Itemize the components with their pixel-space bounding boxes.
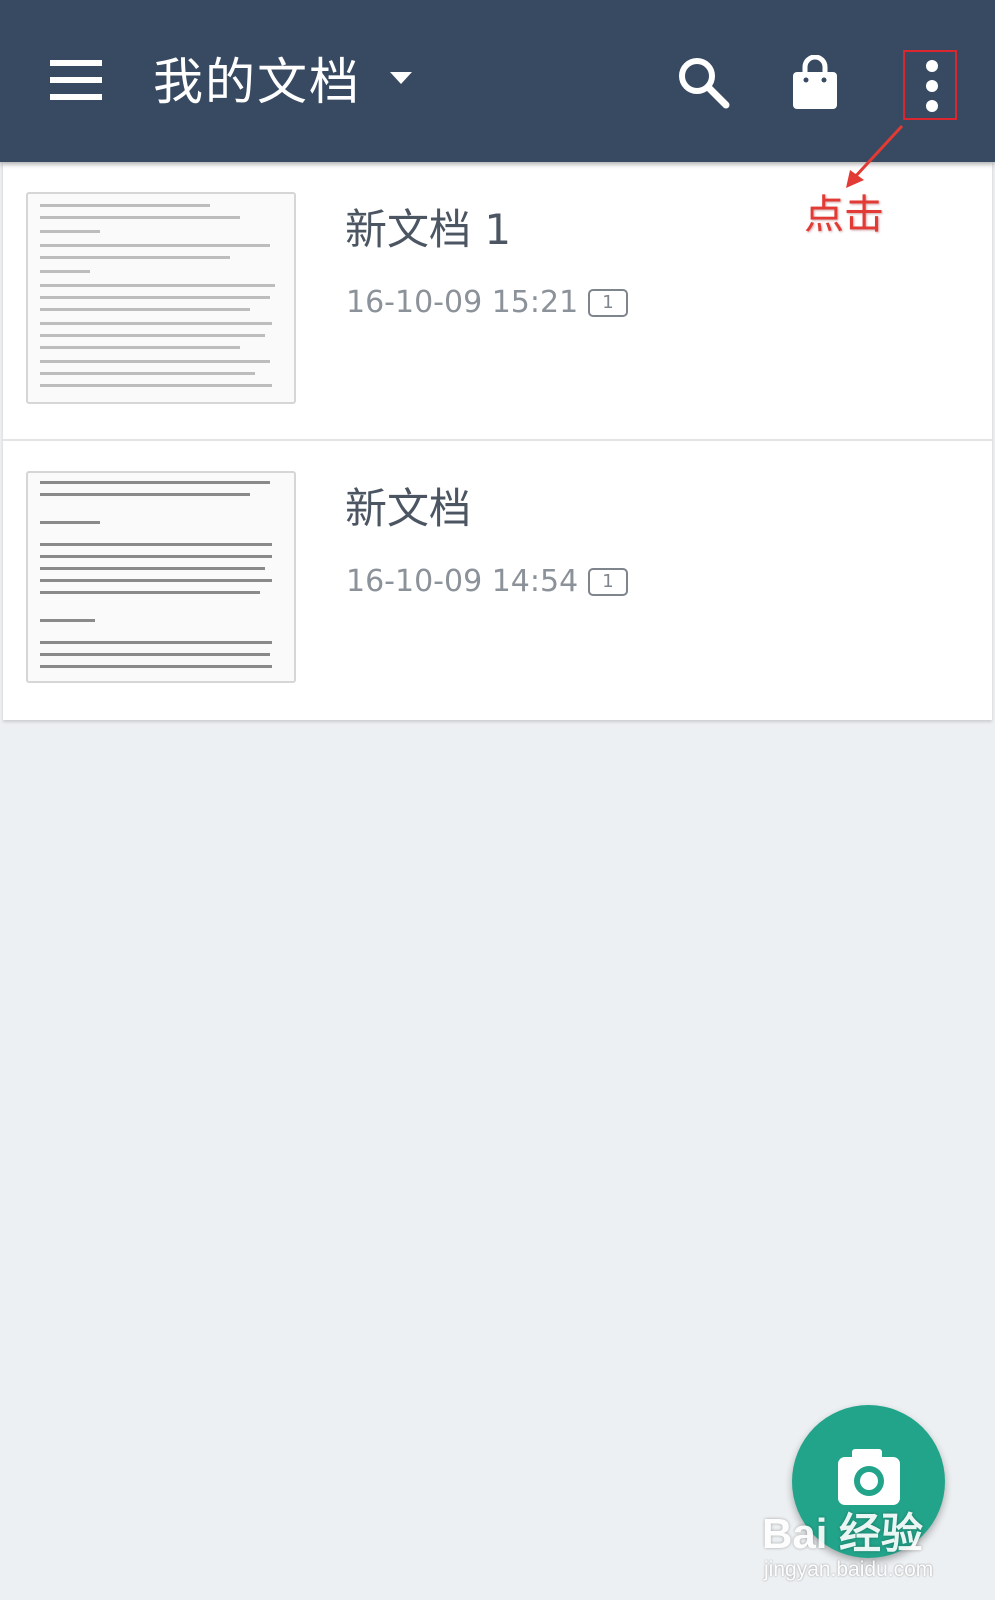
document-thumbnail <box>26 192 296 404</box>
document-list: 新文档 1 16-10-09 15:21 1 新文档 16-10-09 14:5… <box>3 162 992 720</box>
document-thumbnail <box>26 471 296 683</box>
search-icon[interactable] <box>676 55 732 111</box>
document-name: 新文档 <box>345 484 472 533</box>
page-title[interactable]: 我的文档 <box>153 42 361 122</box>
dropdown-caret-icon[interactable] <box>390 72 412 84</box>
watermark-url: jingyan.baidu.com <box>764 1558 934 1581</box>
document-timestamp: 16-10-09 14:54 <box>346 564 579 599</box>
page-count-badge: 1 <box>588 289 628 317</box>
document-timestamp: 16-10-09 15:21 <box>346 285 579 320</box>
annotation-label: 点击 <box>804 192 884 238</box>
more-options-button[interactable] <box>903 50 957 120</box>
shopping-bag-icon[interactable] <box>790 54 840 111</box>
document-name: 新文档 1 <box>345 205 512 254</box>
document-item[interactable]: 新文档 16-10-09 14:54 1 <box>3 441 992 720</box>
page-count-badge: 1 <box>588 568 628 596</box>
watermark-logo: Bai 经验 <box>762 1510 924 1557</box>
watermark: Bai 经验 jingyan.baidu.com <box>760 1500 985 1595</box>
menu-icon[interactable] <box>50 60 102 100</box>
more-vert-icon <box>926 60 938 72</box>
